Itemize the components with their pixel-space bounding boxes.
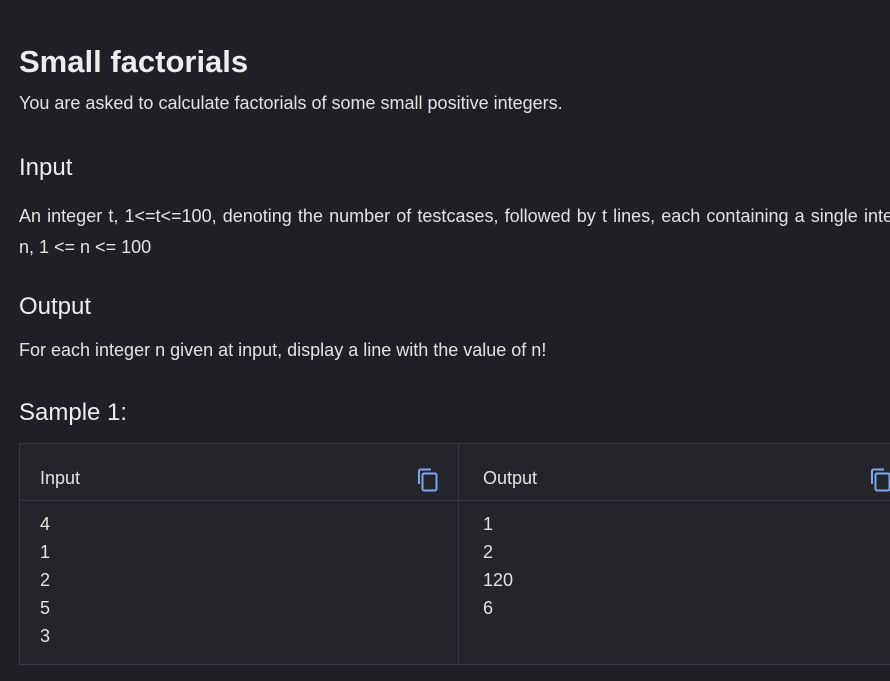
sample-heading: Sample 1: bbox=[19, 399, 128, 426]
sample-line: 4 bbox=[40, 514, 51, 534]
sample-line: 6 bbox=[483, 598, 494, 618]
sample-output-lines: 1 2 120 6 bbox=[483, 510, 513, 622]
output-description: For each integer n given at input, displ… bbox=[19, 340, 547, 360]
sample-input-column: Input 4 1 2 5 3 bbox=[20, 444, 459, 664]
sample-line: 5 bbox=[40, 598, 51, 618]
input-heading: Input bbox=[19, 154, 73, 181]
sample-output-column: Output 1 2 120 6 bbox=[458, 444, 890, 664]
sample-line: 3 bbox=[40, 626, 51, 646]
copy-icon[interactable] bbox=[870, 468, 890, 492]
problem-statement: You are asked to calculate factorials of… bbox=[19, 93, 563, 113]
sample-line: 120 bbox=[483, 570, 514, 590]
problem-title: Small factorials bbox=[19, 44, 249, 79]
sample-line: 1 bbox=[483, 514, 494, 534]
sample-line: 1 bbox=[40, 542, 51, 562]
sample-table: Input 4 1 2 5 3 Output 1 2 120 6 bbox=[19, 443, 890, 665]
input-description: An integer t, 1<=t<=100, denoting the nu… bbox=[19, 206, 890, 257]
sample-line: 2 bbox=[483, 542, 494, 562]
copy-icon[interactable] bbox=[417, 468, 439, 492]
sample-input-header: Input bbox=[20, 444, 458, 501]
sample-output-label: Output bbox=[483, 468, 538, 488]
output-heading: Output bbox=[19, 293, 92, 320]
problem-page: Small factorials You are asked to calcul… bbox=[0, 0, 890, 681]
sample-output-header: Output bbox=[458, 444, 890, 501]
sample-input-label: Input bbox=[40, 468, 81, 488]
sample-line: 2 bbox=[40, 570, 51, 590]
sample-input-lines: 4 1 2 5 3 bbox=[40, 510, 50, 650]
